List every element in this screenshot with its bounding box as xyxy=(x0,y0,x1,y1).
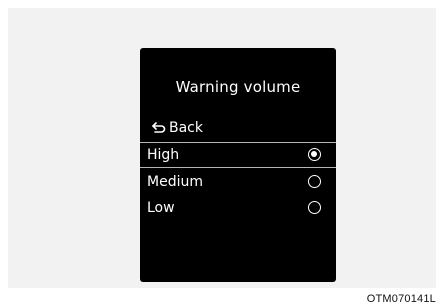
figure-frame: Warning volume Back High Medium Low xyxy=(8,8,436,288)
radio-selected-icon[interactable] xyxy=(308,148,321,161)
back-arrow-icon xyxy=(152,122,166,133)
radio-empty-icon[interactable] xyxy=(308,175,321,188)
option-medium[interactable]: Medium xyxy=(140,171,336,193)
radio-empty-icon[interactable] xyxy=(308,201,321,214)
selection-divider-bottom xyxy=(140,167,336,168)
option-label: High xyxy=(147,147,180,163)
back-label: Back xyxy=(169,120,203,136)
figure-code: OTM070141L xyxy=(366,293,436,305)
option-label: Low xyxy=(147,200,175,216)
radio-dot xyxy=(311,151,317,157)
option-label: Medium xyxy=(147,174,203,190)
option-high[interactable]: High xyxy=(140,144,336,166)
cluster-display: Warning volume Back High Medium Low xyxy=(140,48,336,282)
back-button[interactable]: Back xyxy=(152,118,203,138)
option-low[interactable]: Low xyxy=(140,197,336,219)
selection-divider-top xyxy=(140,142,336,143)
screen-title: Warning volume xyxy=(175,78,301,96)
